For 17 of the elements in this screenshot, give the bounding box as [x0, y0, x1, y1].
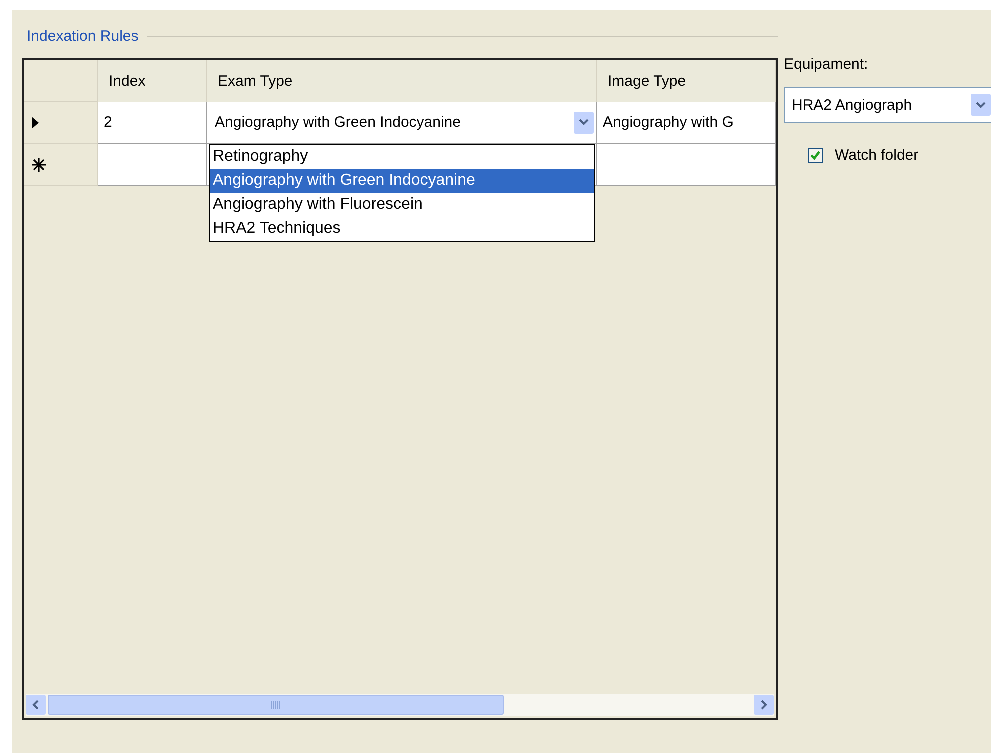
equipment-label: Equipament:	[784, 56, 870, 73]
dropdown-option[interactable]: Angiography with Fluorescein	[210, 193, 594, 217]
dropdown-option[interactable]: Angiography with Green Indocyanine	[210, 169, 594, 193]
new-row-icon	[32, 158, 46, 172]
group-title: Indexation Rules	[27, 28, 139, 44]
horizontal-scrollbar[interactable]	[26, 694, 774, 716]
checkbox-label: Watch folder	[835, 147, 919, 164]
current-row-icon	[32, 116, 39, 128]
checkbox[interactable]	[808, 148, 823, 163]
dropdown-option[interactable]: Retinography	[210, 145, 594, 169]
equipment-dropdown[interactable]: HRA2 Angiograph	[784, 87, 991, 123]
dropdown-option[interactable]: HRA2 Techniques	[210, 217, 594, 241]
scroll-left-icon[interactable]	[26, 695, 46, 715]
scroll-thumb[interactable]	[48, 695, 504, 715]
table-cell: Angiography with G	[597, 102, 776, 144]
table-cell: 2	[98, 102, 207, 144]
scroll-right-icon[interactable]	[754, 695, 774, 715]
